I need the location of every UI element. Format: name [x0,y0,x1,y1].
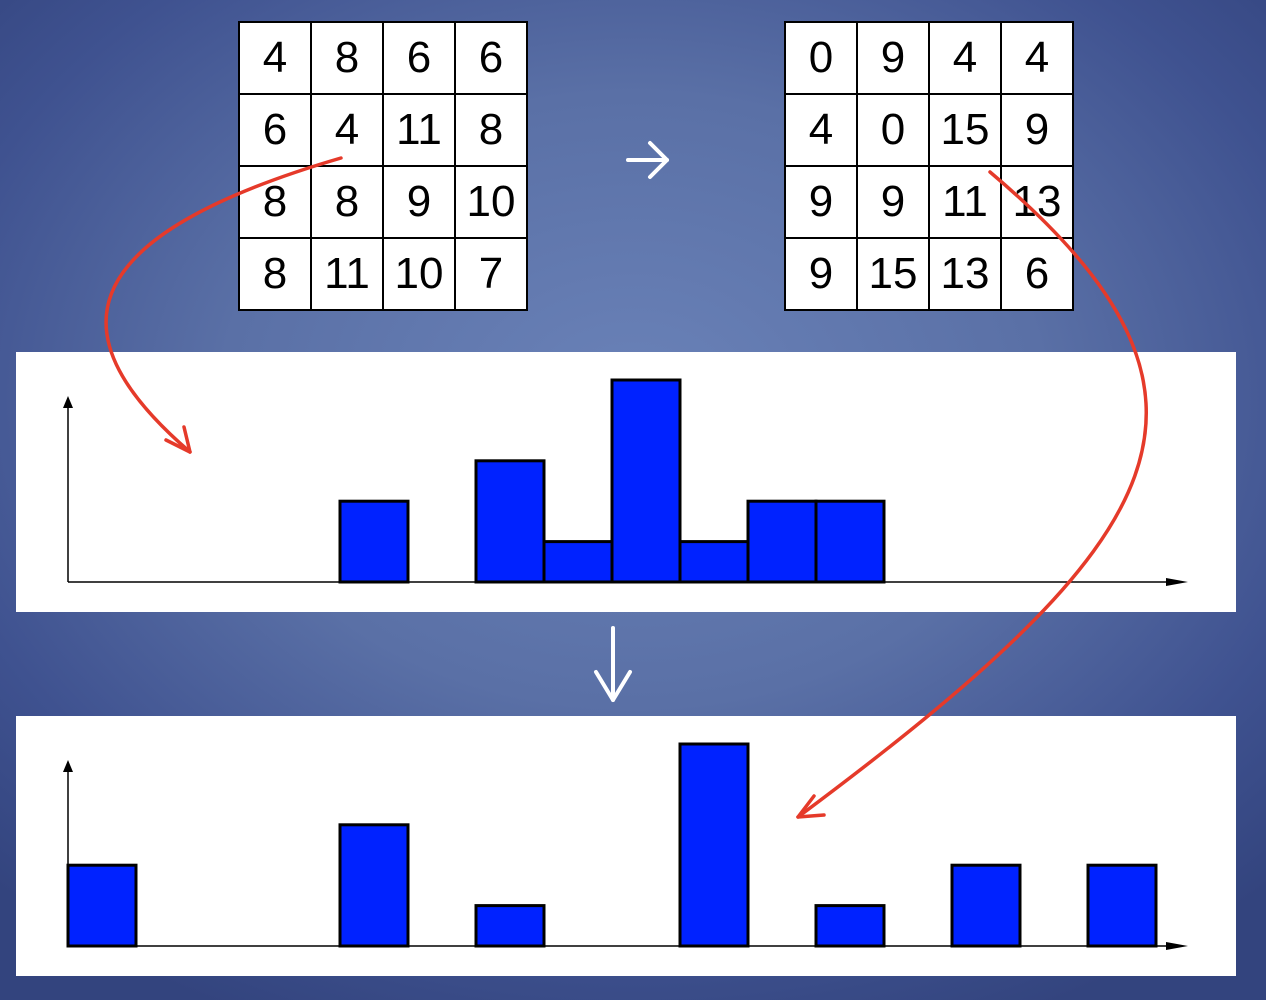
histogram-bar [678,742,750,948]
histogram-bar [66,863,138,948]
grid-row: 8 11 10 7 [238,237,528,311]
x-axis-arrowhead [1166,942,1188,950]
grid-row: 8 8 9 10 [238,165,528,239]
grid-cell: 6 [382,21,456,95]
grid-cell: 4 [928,21,1002,95]
grid-row: 0 9 4 4 [784,21,1074,95]
grid-cell: 11 [382,93,456,167]
grid-cell: 8 [238,165,312,239]
input-value-grid: 4 8 6 6 6 4 11 8 8 8 9 10 8 11 10 7 [238,21,528,311]
histogram-bar [678,540,750,584]
grid-cell: 15 [928,93,1002,167]
histogram-bar [338,823,410,948]
grid-row: 9 15 13 6 [784,237,1074,311]
histogram-after [63,742,1188,950]
grid-cell: 4 [238,21,312,95]
grid-cell: 15 [856,237,930,311]
grid-cell: 6 [238,93,312,167]
grid-row: 4 8 6 6 [238,21,528,95]
grid-cell: 9 [856,21,930,95]
histogram-before-panel [16,352,1236,612]
histogram-after-panel [16,716,1236,976]
grid-cell: 7 [454,237,528,311]
grid-cell: 9 [784,165,858,239]
grid-cell: 0 [784,21,858,95]
histogram-bar [814,904,886,948]
histogram-bar [1086,863,1158,948]
grid-row: 4 0 15 9 [784,93,1074,167]
histogram-bar [474,904,546,948]
histogram-bar [610,378,682,584]
grid-cell: 10 [454,165,528,239]
grid-cell: 8 [238,237,312,311]
grid-cell: 8 [310,165,384,239]
grid-row: 6 4 11 8 [238,93,528,167]
x-axis-arrowhead [1166,578,1188,586]
grid-cell: 4 [784,93,858,167]
grid-cell: 9 [1000,93,1074,167]
grid-cell: 6 [454,21,528,95]
histogram-bar [474,459,546,584]
y-axis-arrowhead [63,760,73,772]
grid-cell: 8 [310,21,384,95]
grid-cell: 9 [382,165,456,239]
histogram-bar [542,540,614,584]
grid-cell: 10 [382,237,456,311]
histogram-bar [338,499,410,584]
histogram-bar [950,863,1022,948]
histogram-bar [814,499,886,584]
grid-row: 9 9 11 13 [784,165,1074,239]
y-axis-arrowhead [63,396,73,408]
histogram-before [63,378,1188,586]
grid-cell: 9 [784,237,858,311]
transform-arrow-icon [626,141,669,179]
down-arrow-icon [594,626,632,702]
grid-cell: 11 [928,165,1002,239]
histogram-bar [746,499,818,584]
equalized-value-grid: 0 9 4 4 4 0 15 9 9 9 11 13 9 15 13 6 [784,21,1074,311]
grid-cell: 4 [1000,21,1074,95]
grid-cell: 8 [454,93,528,167]
grid-cell: 6 [1000,237,1074,311]
grid-cell: 13 [1000,165,1074,239]
grid-cell: 0 [856,93,930,167]
grid-cell: 13 [928,237,1002,311]
grid-cell: 4 [310,93,384,167]
grid-cell: 11 [310,237,384,311]
grid-cell: 9 [856,165,930,239]
